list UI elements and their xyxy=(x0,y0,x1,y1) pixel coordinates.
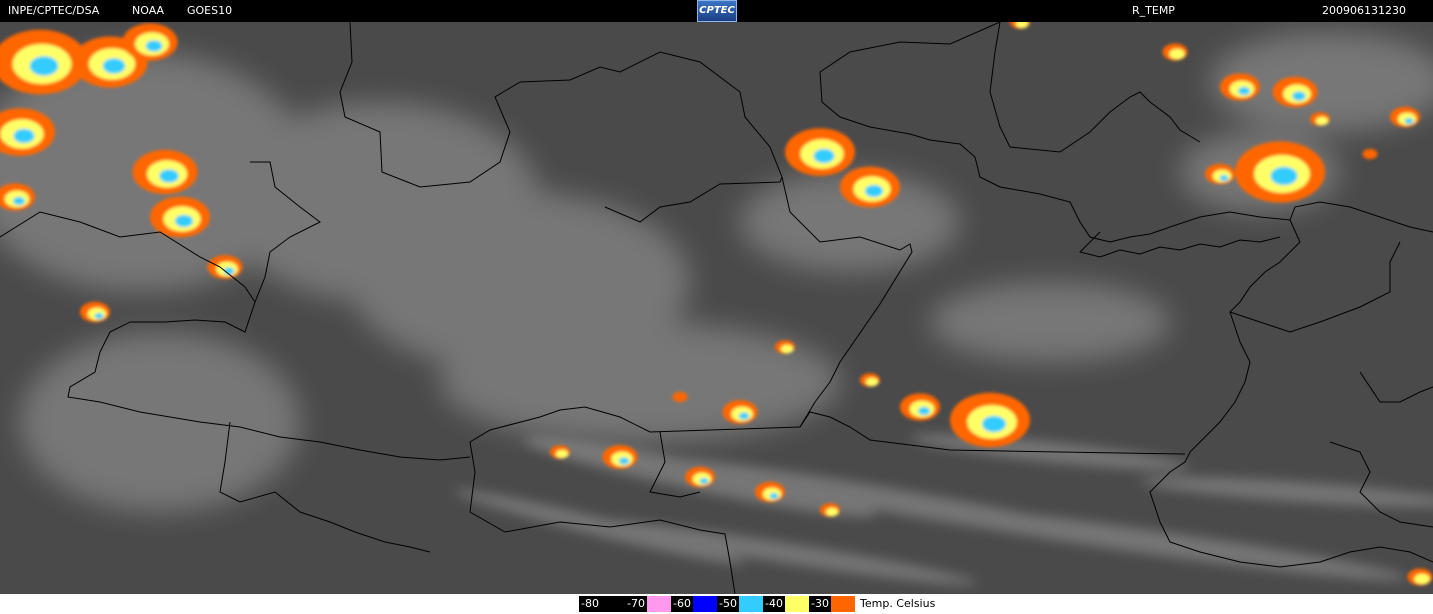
storm-cell-16-layer-2 xyxy=(982,415,1006,433)
storm-cell-2-layer-2 xyxy=(145,40,163,52)
storm-cell-30-layer-1 xyxy=(1315,116,1329,126)
storm-cell-4-layer-2 xyxy=(159,169,179,183)
storm-cell-14-layer-2 xyxy=(1270,166,1298,186)
temperature-legend: -80 -70 -60 -50 -40 -30 Temp. Celsius xyxy=(0,594,1433,614)
storm-cell-5-layer-2 xyxy=(175,214,193,228)
storm-cell-27-layer-1 xyxy=(780,344,794,354)
storm-cell-24-layer-2 xyxy=(769,492,779,500)
storm-cell-22-layer-2 xyxy=(618,457,630,465)
legend-value-1: -70 xyxy=(625,596,647,612)
storm-cell-23-layer-2 xyxy=(699,477,709,485)
legend-value-0: -80 xyxy=(579,596,601,612)
storm-cell-12-layer-2 xyxy=(1292,91,1306,101)
legend-value-5: -30 xyxy=(809,596,831,612)
storm-cell-20-layer-1 xyxy=(1169,48,1185,60)
legend-value-2: -60 xyxy=(671,596,693,612)
legend-value-3: -50 xyxy=(717,596,739,612)
storm-cell-29-layer-0 xyxy=(672,391,688,403)
storm-cell-18-layer-1 xyxy=(865,377,879,387)
satellite-label: GOES10 xyxy=(187,4,233,17)
storm-cell-31-layer-0 xyxy=(1362,148,1378,160)
legend-swatch-1 xyxy=(647,596,671,612)
storm-cell-15-layer-2 xyxy=(1219,174,1229,182)
legend-value-4: -40 xyxy=(763,596,785,612)
header-bar: INPE/CPTEC/DSA NOAA GOES10 CPTEC R_TEMP … xyxy=(0,0,1433,22)
storm-cell-7-layer-2 xyxy=(13,196,25,206)
source-label: INPE/CPTEC/DSA xyxy=(8,4,100,17)
storm-cell-8-layer-2 xyxy=(94,312,104,320)
storm-cell-1-layer-2 xyxy=(102,58,126,74)
legend-swatch-0 xyxy=(601,596,625,612)
storm-cell-0-layer-2 xyxy=(29,56,59,76)
legend-swatch-3 xyxy=(739,596,763,612)
storm-cell-21-layer-1 xyxy=(1414,573,1430,585)
storm-cell-25-layer-1 xyxy=(825,507,839,517)
legend-swatch-5 xyxy=(831,596,855,612)
cptec-logo: CPTEC xyxy=(697,0,737,22)
storm-cell-17-layer-2 xyxy=(918,406,930,416)
storm-cell-26-layer-2 xyxy=(738,412,750,420)
storm-cell-9-layer-2 xyxy=(813,148,835,164)
storm-cell-11-layer-2 xyxy=(1238,86,1250,96)
storm-cell-10-layer-2 xyxy=(865,184,883,198)
satellite-map xyxy=(0,22,1433,594)
storm-cell-28-layer-1 xyxy=(555,449,569,459)
storm-cell-3-layer-2 xyxy=(13,128,35,144)
timestamp-label: 200906131230 xyxy=(1322,4,1406,17)
legend-swatch-2 xyxy=(693,596,717,612)
legend-unit-label: Temp. Celsius xyxy=(860,597,936,610)
storm-cell-13-layer-2 xyxy=(1404,117,1414,125)
legend-swatch-4 xyxy=(785,596,809,612)
agency-label: NOAA xyxy=(132,4,165,17)
product-label: R_TEMP xyxy=(1132,4,1175,17)
